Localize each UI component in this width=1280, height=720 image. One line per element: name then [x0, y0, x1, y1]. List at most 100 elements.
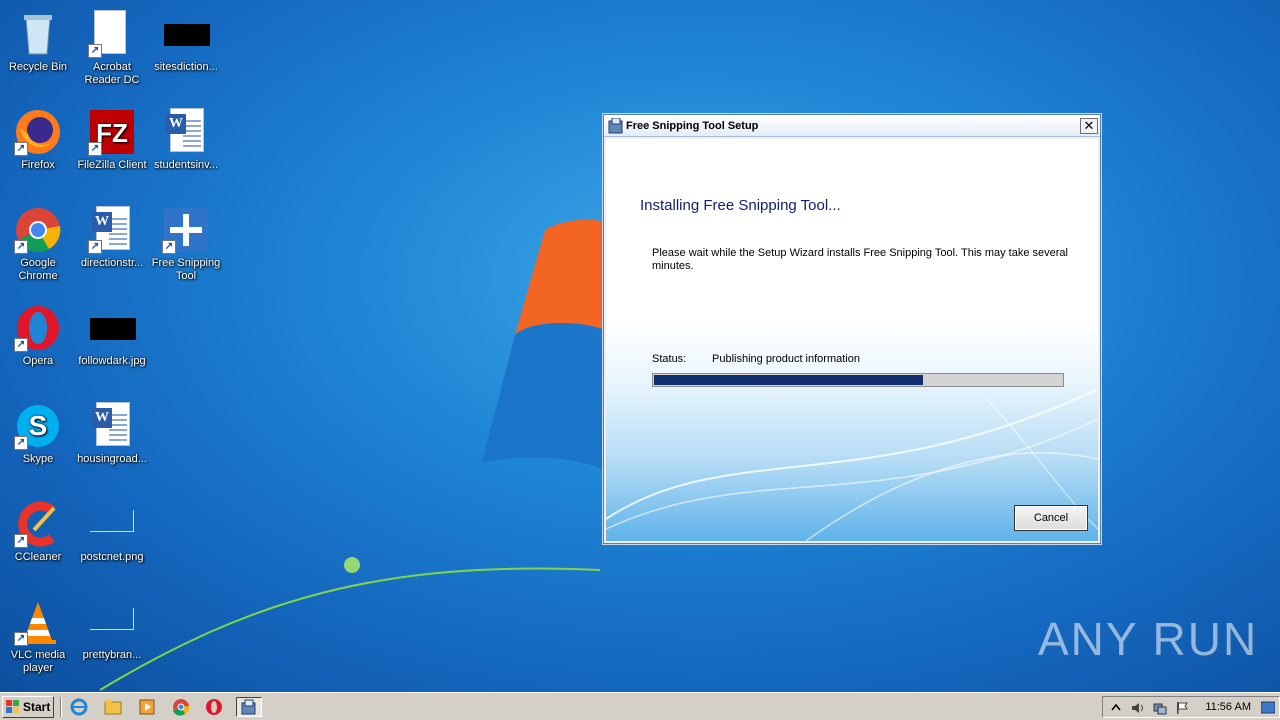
shortcut-arrow-icon: ↗ [14, 338, 28, 352]
desktop-icon-label: Acrobat Reader DC [84, 61, 140, 86]
clock[interactable]: 11:56 AM [1205, 701, 1251, 713]
quicklaunch-internet-explorer[interactable] [68, 697, 90, 717]
internet-explorer-icon [70, 698, 88, 716]
desktop-icon-directionstr[interactable]: W ↗ directionstr... [74, 200, 150, 290]
folder-icon [104, 700, 122, 715]
dialog-title: Free Snipping Tool Setup [626, 120, 759, 132]
quicklaunch-opera[interactable] [203, 697, 225, 717]
desktop-icon-ccleaner[interactable]: ↗ CCleaner [0, 494, 76, 584]
desktop-icon-google-chrome[interactable]: ↗ Google Chrome [0, 200, 76, 290]
recycle-bin-icon [14, 10, 62, 58]
start-label: Start [23, 700, 51, 714]
windows-logo-icon [6, 700, 19, 713]
desktop-icon-label: Firefox [21, 159, 55, 171]
desktop-icon-label: housingroad... [77, 453, 147, 465]
install-description: Please wait while the Setup Wizard insta… [652, 247, 1068, 272]
setup-dialog: Free Snipping Tool Setup ✕ Installing Fr… [603, 114, 1101, 544]
status-label: Status: [652, 353, 687, 365]
desktop-icon-label: CCleaner [14, 551, 62, 563]
filezilla-icon: FZ ↗ [88, 108, 136, 156]
chrome-icon [173, 699, 190, 716]
desktop-icon-postcnet[interactable]: postcnet.png [74, 494, 150, 584]
desktop-icon-label: directionstr... [80, 257, 144, 269]
shortcut-arrow-icon: ↗ [88, 44, 102, 58]
image-thumbnail-icon [88, 598, 136, 646]
desktop-icon-housingroad[interactable]: W housingroad... [74, 396, 150, 486]
close-icon: ✕ [1083, 118, 1095, 133]
close-button[interactable]: ✕ [1080, 118, 1098, 134]
taskbar-separator [60, 697, 62, 717]
status-value: Publishing product information [712, 353, 860, 365]
desktop-icon-label: Opera [22, 355, 54, 367]
shortcut-arrow-icon: ↗ [88, 142, 102, 156]
desktop-icon-label: followdark.jpg [78, 355, 146, 367]
dialog-body: Installing Free Snipping Tool... Please … [606, 139, 1098, 541]
installer-icon [608, 118, 623, 134]
cancel-button[interactable]: Cancel [1014, 505, 1088, 531]
taskbar-item-setup[interactable] [236, 697, 262, 717]
opera-icon [206, 699, 222, 715]
progress-fill [654, 375, 924, 385]
shortcut-arrow-icon: ↗ [162, 240, 176, 254]
word-document-icon: W [162, 108, 210, 156]
chrome-icon: ↗ [14, 206, 62, 254]
acrobat-document-icon: ↗ [88, 10, 136, 58]
quicklaunch-media-player[interactable] [136, 697, 158, 717]
word-document-icon: W ↗ [88, 206, 136, 254]
install-heading: Installing Free Snipping Tool... [640, 197, 841, 214]
shortcut-arrow-icon: ↗ [88, 240, 102, 254]
vlc-cone-icon: ↗ [14, 598, 62, 646]
desktop-icon-skype[interactable]: S ↗ Skype [0, 396, 76, 486]
desktop-icon-label: postcnet.png [80, 551, 144, 563]
desktop-icon-label: studentsinv... [154, 159, 218, 171]
image-thumbnail-icon [162, 10, 210, 58]
shortcut-arrow-icon: ↗ [14, 436, 28, 450]
shortcut-arrow-icon: ↗ [14, 240, 28, 254]
image-thumbnail-icon [88, 304, 136, 352]
anyrun-watermark: ANY RUN [1038, 613, 1259, 665]
volume-icon[interactable] [1131, 701, 1145, 715]
media-player-icon [139, 699, 155, 715]
desktop-icon-label: Skype [22, 453, 54, 465]
desktop-icon-acrobat-reader[interactable]: ↗ Acrobat Reader DC [74, 4, 150, 94]
svg-text:S: S [29, 410, 48, 441]
shortcut-arrow-icon: ↗ [14, 632, 28, 646]
image-thumbnail-icon [88, 500, 136, 548]
action-center-flag-icon[interactable] [1175, 701, 1189, 715]
desktop-icon-label: prettybran... [82, 649, 142, 661]
desktop-icon-firefox[interactable]: ↗ Firefox [0, 102, 76, 192]
ccleaner-icon: ↗ [14, 500, 62, 548]
skype-icon: S ↗ [14, 402, 62, 450]
opera-icon: ↗ [14, 304, 62, 352]
desktop-icon-free-snipping-tool[interactable]: ↗ Free Snipping Tool [148, 200, 224, 290]
desktop-icon-recycle-bin[interactable]: Recycle Bin [0, 4, 76, 94]
dialog-titlebar[interactable]: Free Snipping Tool Setup ✕ [604, 115, 1100, 137]
word-document-icon: W [88, 402, 136, 450]
progress-bar [652, 373, 1064, 387]
plus-icon: ↗ [162, 206, 210, 254]
desktop-icon-label: Free Snipping Tool [151, 257, 221, 282]
desktop-icon-opera[interactable]: ↗ Opera [0, 298, 76, 388]
desktop-icon-label: VLC media player [10, 649, 66, 674]
desktop-icon-studentsinv[interactable]: W studentsinv... [148, 102, 224, 192]
shortcut-arrow-icon: ↗ [14, 142, 28, 156]
desktop-icon-label: Google Chrome [18, 257, 58, 282]
show-hidden-icons-chevron-icon[interactable] [1109, 701, 1123, 715]
desktop-icon-label: sitesdiction... [154, 61, 218, 73]
quicklaunch-chrome[interactable] [170, 697, 192, 717]
desktop-icon-filezilla[interactable]: FZ ↗ FileZilla Client [74, 102, 150, 192]
network-icon[interactable] [1153, 701, 1167, 715]
start-button[interactable]: Start [2, 696, 54, 718]
desktop-icon-sitesdiction[interactable]: sitesdiction... [148, 4, 224, 94]
system-tray: 11:56 AM [1102, 696, 1280, 718]
show-desktop-icon[interactable] [1260, 701, 1276, 715]
desktop-icon-label: FileZilla Client [77, 159, 147, 171]
taskbar: Start 11:56 AM [0, 692, 1280, 720]
installer-icon [241, 699, 256, 715]
shortcut-arrow-icon: ↗ [14, 534, 28, 548]
quicklaunch-explorer[interactable] [102, 697, 124, 717]
desktop-icon-prettybran[interactable]: prettybran... [74, 592, 150, 682]
desktop-icon-vlc[interactable]: ↗ VLC media player [0, 592, 76, 682]
firefox-icon: ↗ [14, 108, 62, 156]
desktop-icon-followdark[interactable]: followdark.jpg [74, 298, 150, 388]
